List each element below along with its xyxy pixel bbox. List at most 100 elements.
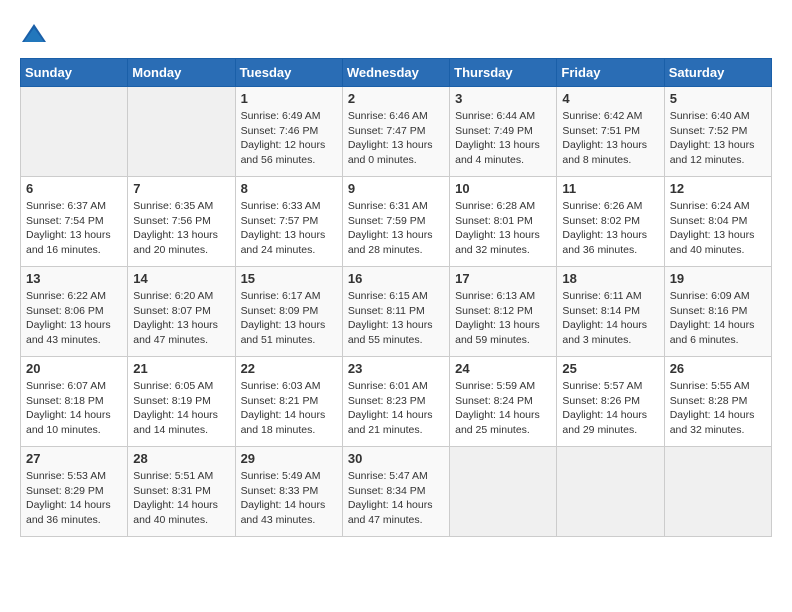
logo	[20, 20, 52, 48]
day-number: 20	[26, 361, 122, 376]
calendar-cell: 10Sunrise: 6:28 AM Sunset: 8:01 PM Dayli…	[450, 177, 557, 267]
day-info: Sunrise: 5:53 AM Sunset: 8:29 PM Dayligh…	[26, 469, 122, 528]
calendar-cell: 13 Sunrise: 6:22 AM Sunset: 8:06 PM Dayli…	[21, 267, 128, 357]
day-info: Sunrise: 6:20 AM Sunset: 8:07 PM Dayligh…	[133, 289, 229, 348]
day-number: 3	[455, 91, 551, 106]
day-info: Sunrise: 6:33 AM Sunset: 7:57 PM Dayligh…	[241, 199, 337, 258]
calendar-week-row: 13 Sunrise: 6:22 AM Sunset: 8:06 PM Dayli…	[21, 267, 772, 357]
day-info: Sunrise: 5:51 AM Sunset: 8:31 PM Dayligh…	[133, 469, 229, 528]
day-number: 5	[670, 91, 766, 106]
day-info: Sunrise: 5:49 AM Sunset: 8:33 PM Dayligh…	[241, 469, 337, 528]
calendar-cell: 18Sunrise: 6:11 AM Sunset: 8:14 PM Dayli…	[557, 267, 664, 357]
day-number: 4	[562, 91, 658, 106]
calendar-cell: 30 Sunrise: 5:47 AM Sunset: 8:34 PM Dayli…	[342, 447, 449, 537]
day-info: Sunrise: 6:44 AM Sunset: 7:49 PM Dayligh…	[455, 109, 551, 168]
day-number: 16	[348, 271, 444, 286]
calendar-body: 1 Sunrise: 6:49 AM Sunset: 7:46 PM Daylig…	[21, 87, 772, 537]
day-number: 6	[26, 181, 122, 196]
calendar-cell: 14Sunrise: 6:20 AM Sunset: 8:07 PM Dayli…	[128, 267, 235, 357]
calendar-cell: 11 Sunrise: 6:26 AM Sunset: 8:02 PM Dayli…	[557, 177, 664, 267]
day-number: 7	[133, 181, 229, 196]
day-number: 21	[133, 361, 229, 376]
calendar-cell: 19Sunrise: 6:09 AM Sunset: 8:16 PM Dayli…	[664, 267, 771, 357]
day-info: Sunrise: 6:49 AM Sunset: 7:46 PM Dayligh…	[241, 109, 337, 168]
day-number: 11	[562, 181, 658, 196]
day-number: 24	[455, 361, 551, 376]
calendar-week-row: 27 Sunrise: 5:53 AM Sunset: 8:29 PM Dayli…	[21, 447, 772, 537]
day-info: Sunrise: 5:59 AM Sunset: 8:24 PM Dayligh…	[455, 379, 551, 438]
calendar-cell	[450, 447, 557, 537]
day-info: Sunrise: 6:42 AM Sunset: 7:51 PM Dayligh…	[562, 109, 658, 168]
day-info: Sunrise: 6:40 AM Sunset: 7:52 PM Dayligh…	[670, 109, 766, 168]
day-number: 23	[348, 361, 444, 376]
day-info: Sunrise: 6:28 AM Sunset: 8:01 PM Dayligh…	[455, 199, 551, 258]
calendar-cell: 26 Sunrise: 5:55 AM Sunset: 8:28 PM Dayli…	[664, 357, 771, 447]
day-info: Sunrise: 6:46 AM Sunset: 7:47 PM Dayligh…	[348, 109, 444, 168]
day-info: Sunrise: 6:17 AM Sunset: 8:09 PM Dayligh…	[241, 289, 337, 348]
day-info: Sunrise: 6:09 AM Sunset: 8:16 PM Dayligh…	[670, 289, 766, 348]
calendar-cell: 6 Sunrise: 6:37 AM Sunset: 7:54 PM Daylig…	[21, 177, 128, 267]
day-info: Sunrise: 6:26 AM Sunset: 8:02 PM Dayligh…	[562, 199, 658, 258]
calendar-header-cell: Monday	[128, 59, 235, 87]
calendar-header-row: SundayMondayTuesdayWednesdayThursdayFrid…	[21, 59, 772, 87]
day-number: 13	[26, 271, 122, 286]
calendar-cell: 2Sunrise: 6:46 AM Sunset: 7:47 PM Daylig…	[342, 87, 449, 177]
calendar-cell: 27 Sunrise: 5:53 AM Sunset: 8:29 PM Dayli…	[21, 447, 128, 537]
calendar-header-cell: Wednesday	[342, 59, 449, 87]
calendar-cell: 21 Sunrise: 6:05 AM Sunset: 8:19 PM Dayli…	[128, 357, 235, 447]
calendar-week-row: 6 Sunrise: 6:37 AM Sunset: 7:54 PM Daylig…	[21, 177, 772, 267]
day-info: Sunrise: 6:07 AM Sunset: 8:18 PM Dayligh…	[26, 379, 122, 438]
day-info: Sunrise: 6:35 AM Sunset: 7:56 PM Dayligh…	[133, 199, 229, 258]
day-info: Sunrise: 6:05 AM Sunset: 8:19 PM Dayligh…	[133, 379, 229, 438]
calendar-cell	[557, 447, 664, 537]
calendar-week-row: 20 Sunrise: 6:07 AM Sunset: 8:18 PM Dayli…	[21, 357, 772, 447]
calendar-cell: 3 Sunrise: 6:44 AM Sunset: 7:49 PM Daylig…	[450, 87, 557, 177]
logo-icon	[20, 20, 48, 48]
calendar-cell: 20 Sunrise: 6:07 AM Sunset: 8:18 PM Dayli…	[21, 357, 128, 447]
day-number: 25	[562, 361, 658, 376]
calendar-cell: 4 Sunrise: 6:42 AM Sunset: 7:51 PM Daylig…	[557, 87, 664, 177]
calendar-cell: 25 Sunrise: 5:57 AM Sunset: 8:26 PM Dayli…	[557, 357, 664, 447]
day-info: Sunrise: 6:01 AM Sunset: 8:23 PM Dayligh…	[348, 379, 444, 438]
calendar-cell	[128, 87, 235, 177]
day-number: 22	[241, 361, 337, 376]
day-info: Sunrise: 6:24 AM Sunset: 8:04 PM Dayligh…	[670, 199, 766, 258]
calendar-week-row: 1 Sunrise: 6:49 AM Sunset: 7:46 PM Daylig…	[21, 87, 772, 177]
day-info: Sunrise: 6:22 AM Sunset: 8:06 PM Dayligh…	[26, 289, 122, 348]
calendar-cell: 7 Sunrise: 6:35 AM Sunset: 7:56 PM Daylig…	[128, 177, 235, 267]
calendar-cell: 29 Sunrise: 5:49 AM Sunset: 8:33 PM Dayli…	[235, 447, 342, 537]
calendar-cell	[664, 447, 771, 537]
calendar-cell: 8 Sunrise: 6:33 AM Sunset: 7:57 PM Daylig…	[235, 177, 342, 267]
calendar-header-cell: Friday	[557, 59, 664, 87]
day-info: Sunrise: 6:31 AM Sunset: 7:59 PM Dayligh…	[348, 199, 444, 258]
calendar-header-cell: Thursday	[450, 59, 557, 87]
calendar-cell: 12 Sunrise: 6:24 AM Sunset: 8:04 PM Dayli…	[664, 177, 771, 267]
day-number: 26	[670, 361, 766, 376]
day-number: 29	[241, 451, 337, 466]
day-number: 12	[670, 181, 766, 196]
day-number: 30	[348, 451, 444, 466]
day-number: 18	[562, 271, 658, 286]
calendar-cell: 22 Sunrise: 6:03 AM Sunset: 8:21 PM Dayli…	[235, 357, 342, 447]
day-info: Sunrise: 6:03 AM Sunset: 8:21 PM Dayligh…	[241, 379, 337, 438]
calendar-cell: 15 Sunrise: 6:17 AM Sunset: 8:09 PM Dayli…	[235, 267, 342, 357]
calendar-cell: 28Sunrise: 5:51 AM Sunset: 8:31 PM Dayli…	[128, 447, 235, 537]
day-info: Sunrise: 5:57 AM Sunset: 8:26 PM Dayligh…	[562, 379, 658, 438]
day-number: 1	[241, 91, 337, 106]
day-info: Sunrise: 5:55 AM Sunset: 8:28 PM Dayligh…	[670, 379, 766, 438]
calendar-cell: 23 Sunrise: 6:01 AM Sunset: 8:23 PM Dayli…	[342, 357, 449, 447]
day-number: 27	[26, 451, 122, 466]
day-info: Sunrise: 6:37 AM Sunset: 7:54 PM Dayligh…	[26, 199, 122, 258]
day-info: Sunrise: 5:47 AM Sunset: 8:34 PM Dayligh…	[348, 469, 444, 528]
day-info: Sunrise: 6:13 AM Sunset: 8:12 PM Dayligh…	[455, 289, 551, 348]
calendar-table: SundayMondayTuesdayWednesdayThursdayFrid…	[20, 58, 772, 537]
calendar-cell	[21, 87, 128, 177]
calendar-cell: 9Sunrise: 6:31 AM Sunset: 7:59 PM Daylig…	[342, 177, 449, 267]
page-header	[20, 20, 772, 48]
calendar-cell: 16 Sunrise: 6:15 AM Sunset: 8:11 PM Dayli…	[342, 267, 449, 357]
calendar-header-cell: Tuesday	[235, 59, 342, 87]
day-number: 8	[241, 181, 337, 196]
day-info: Sunrise: 6:15 AM Sunset: 8:11 PM Dayligh…	[348, 289, 444, 348]
day-number: 15	[241, 271, 337, 286]
day-number: 17	[455, 271, 551, 286]
